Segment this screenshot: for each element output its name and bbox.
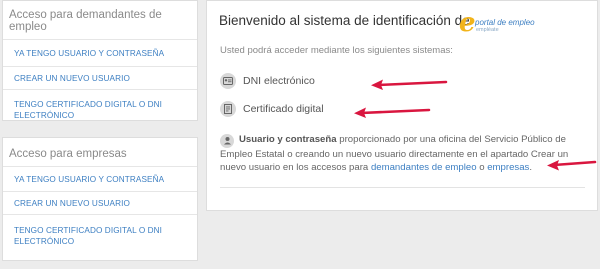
annotation-arrow-dni	[371, 79, 448, 90]
welcome-title: Bienvenido al sistema de identificación …	[219, 13, 470, 28]
annotation-arrow-usuario	[547, 160, 597, 171]
certificado-digital-label: Certificado digital	[243, 103, 324, 115]
description-text: .	[529, 161, 533, 173]
seeker-certificate-link[interactable]: TENGO CERTIFICADO DIGITAL O DNI ELECTRÓN…	[3, 90, 197, 130]
divider	[220, 187, 585, 188]
user-password-description: Usuario y contraseña proporcionado por u…	[220, 133, 578, 174]
dni-electronico-label: DNI electrónico	[243, 75, 315, 87]
panel-title: Acceso para demandantes de empleo	[3, 1, 197, 40]
company-create-user-link[interactable]: CREAR UN NUEVO USUARIO	[3, 192, 197, 215]
empresas-link[interactable]: empresas	[487, 162, 529, 173]
job-seekers-access-panel: Acceso para demandantes de empleo YA TEN…	[2, 0, 198, 121]
companies-access-panel: Acceso para empresas YA TENGO USUARIO Y …	[2, 137, 198, 261]
seeker-create-user-link[interactable]: CREAR UN NUEVO USUARIO	[3, 67, 197, 90]
user-password-title: Usuario y contraseña	[239, 134, 337, 145]
intro-text: Usted podrá acceder mediante los siguien…	[220, 45, 453, 56]
logo-text: portal de empleo	[475, 18, 535, 27]
seeker-login-link[interactable]: YA TENGO USUARIO Y CONTRASEÑA	[3, 40, 197, 67]
company-certificate-link[interactable]: TENGO CERTIFICADO DIGITAL O DNI ELECTRÓN…	[3, 215, 197, 257]
certificado-digital-option[interactable]: Certificado digital	[220, 101, 324, 117]
logo-letter: e	[459, 8, 476, 38]
logo-subtext: empléate	[476, 27, 499, 33]
annotation-arrow-certificado	[354, 107, 431, 118]
id-card-icon	[220, 73, 236, 89]
user-key-icon	[220, 133, 234, 148]
description-text: o	[476, 161, 488, 173]
company-login-link[interactable]: YA TENGO USUARIO Y CONTRASEÑA	[3, 167, 197, 192]
panel-title: Acceso para empresas	[3, 138, 197, 167]
certificate-icon	[220, 101, 236, 117]
dni-electronico-option[interactable]: DNI electrónico	[220, 73, 315, 89]
demandantes-link[interactable]: demandantes de empleo	[371, 162, 477, 173]
